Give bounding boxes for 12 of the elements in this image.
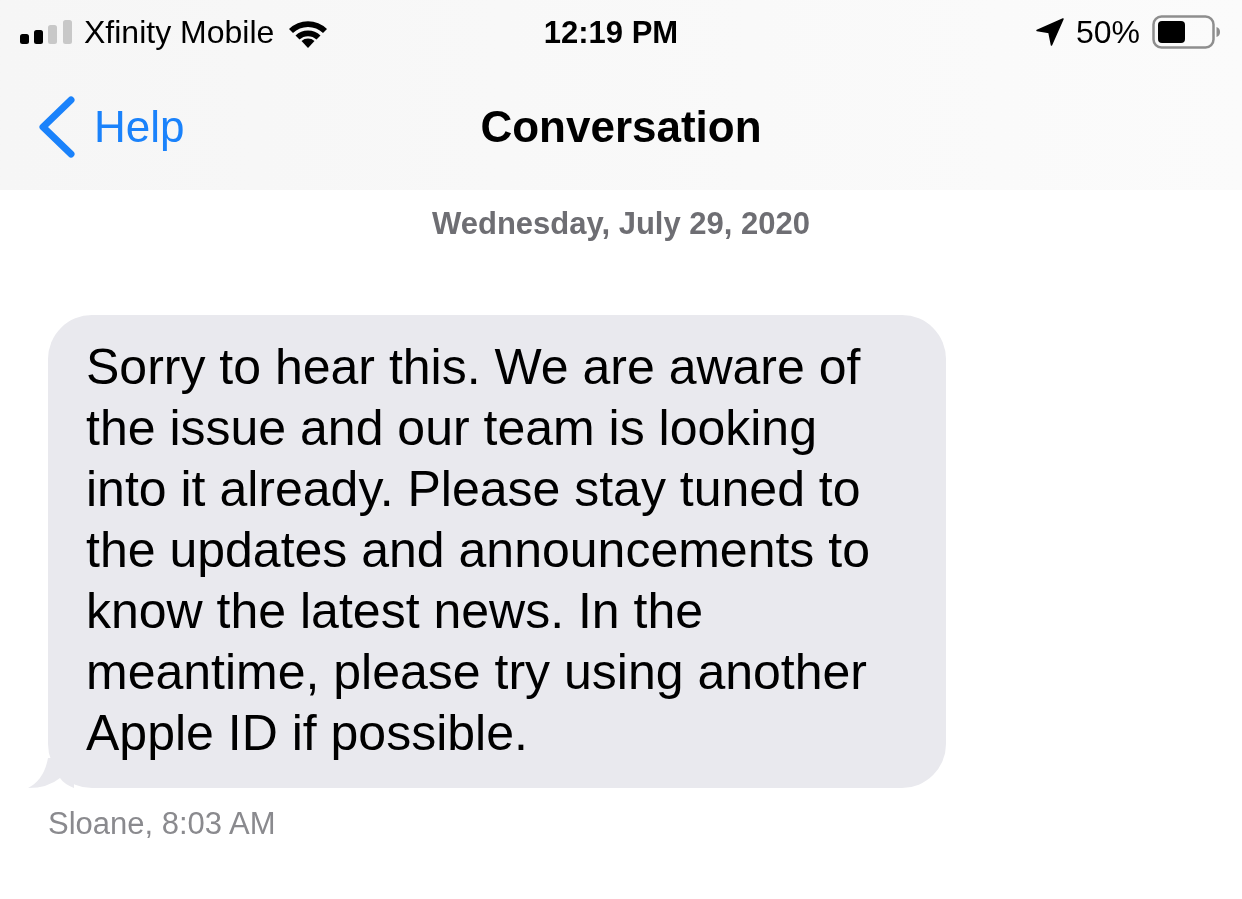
back-chevron-icon — [38, 96, 76, 158]
battery-percent: 50% — [1075, 16, 1140, 48]
battery-icon — [1152, 15, 1220, 49]
back-button[interactable]: Help — [38, 96, 185, 158]
message-text: Sorry to hear this. We are aware of the issue and our team is looking into it already. Please stay tuned to the updates and announcements to know the latest news. In the meantime, please try using another Apple ID if possible. — [86, 338, 871, 763]
signal-bars-icon — [20, 20, 72, 44]
carrier-name: Xfinity Mobile — [84, 16, 275, 48]
sender-and-time: Sloane, 8:03 AM — [48, 808, 276, 839]
location-arrow-icon — [1035, 18, 1064, 46]
status-time: 12:19 PM — [543, 16, 679, 48]
screen-title: Conversation — [480, 105, 762, 149]
date-header: Wednesday, July 29, 2020 — [432, 208, 810, 239]
